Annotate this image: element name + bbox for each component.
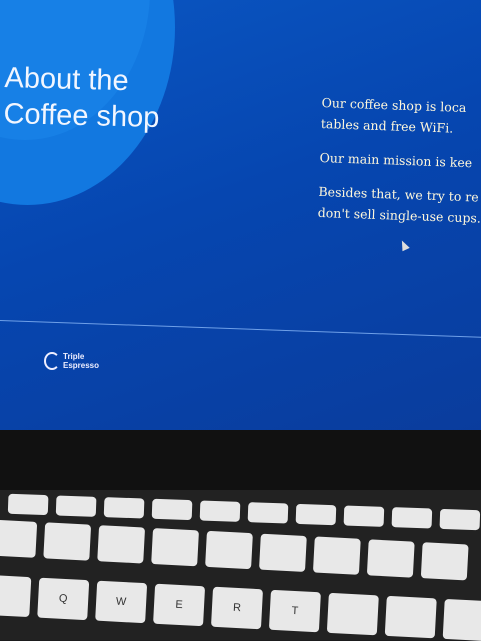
key[interactable]	[366, 539, 415, 578]
key[interactable]	[439, 508, 481, 531]
key[interactable]	[97, 525, 146, 564]
footer-divider	[0, 320, 481, 340]
key[interactable]	[0, 519, 38, 558]
logo-mark-icon	[44, 352, 60, 370]
paragraph-sustainability: Besides that, we try to re don't sell sin…	[317, 183, 481, 226]
page-title: About the Coffee shop	[3, 61, 160, 135]
number-key-row	[0, 519, 469, 581]
key[interactable]	[151, 498, 193, 521]
key[interactable]	[247, 502, 289, 524]
key[interactable]	[312, 536, 361, 575]
paragraph-mission: Our main mission is kee	[319, 149, 473, 171]
key[interactable]	[7, 493, 49, 516]
key[interactable]	[199, 500, 241, 522]
key-tab[interactable]	[0, 574, 32, 618]
key[interactable]	[43, 522, 92, 561]
keyboard: Q W E R T	[0, 490, 481, 641]
key-r[interactable]: R	[210, 586, 264, 630]
key[interactable]	[295, 503, 337, 526]
key[interactable]	[420, 542, 469, 581]
key[interactable]	[343, 505, 385, 527]
key[interactable]	[103, 497, 145, 519]
triple-espresso-logo[interactable]: Triple Espresso	[44, 352, 99, 370]
key-t[interactable]: T	[268, 589, 321, 633]
key-w[interactable]: W	[95, 580, 148, 624]
paragraph-location: Our coffee shop is loca tables and free W…	[320, 94, 467, 136]
laptop-screen: About the Coffee shop Our coffee shop is…	[0, 0, 481, 445]
key[interactable]	[259, 533, 307, 573]
letter-key-row: Q W E R T	[0, 574, 481, 641]
key[interactable]	[151, 527, 199, 567]
key[interactable]	[326, 592, 379, 636]
key[interactable]	[391, 507, 433, 529]
key[interactable]	[55, 495, 97, 517]
key[interactable]	[384, 595, 437, 639]
key-e[interactable]: E	[153, 583, 206, 627]
key-q[interactable]: Q	[37, 577, 90, 621]
about-content: Our coffee shop is loca tables and free W…	[317, 92, 481, 246]
mouse-cursor-icon	[398, 238, 410, 252]
key[interactable]	[442, 598, 481, 641]
key[interactable]	[205, 530, 253, 570]
